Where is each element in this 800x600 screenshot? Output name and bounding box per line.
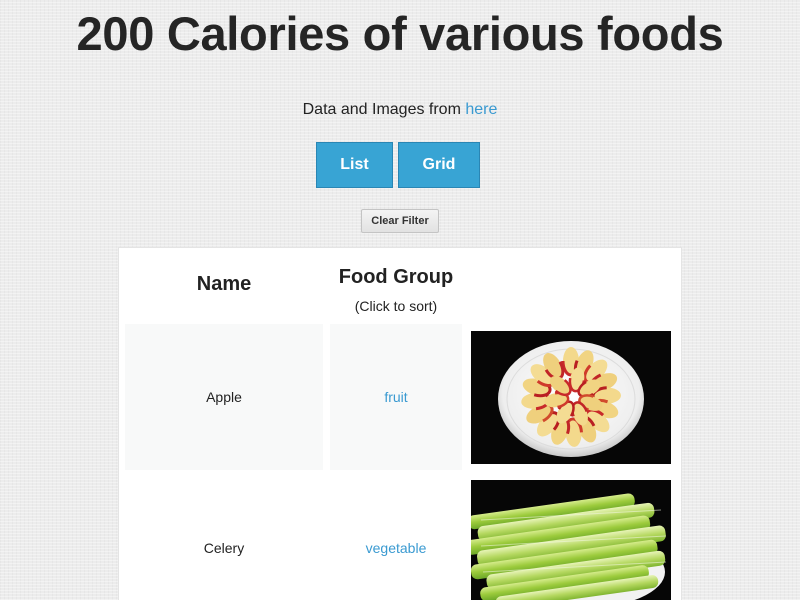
celery-stalks-photo [471,480,671,600]
list-view-button[interactable]: List [316,142,393,188]
food-name: Apple [125,324,323,470]
column-header-name[interactable]: Name [125,272,323,296]
food-photo-cell [471,324,671,470]
food-photo-cell [471,473,671,600]
grid-view-button[interactable]: Grid [398,142,480,188]
apple-slices-photo [471,330,671,464]
table-row: Celery vegetable [125,473,677,600]
food-group-cell: vegetable [330,473,462,600]
credit-link[interactable]: here [465,101,497,118]
clear-filter-button[interactable]: Clear Filter [361,209,439,233]
column-header-food-group[interactable]: Food Group [330,265,462,289]
food-name: Celery [203,540,245,556]
food-table: Name Food Group (Click to sort) Apple fr… [118,247,682,600]
view-toggle: List Grid [316,142,480,188]
food-group-link[interactable]: fruit [384,389,407,405]
celery-plate-image [471,480,671,600]
credit-text: Data and Images from [302,101,466,118]
apple-plate-image [471,330,671,464]
food-group-cell: fruit [330,324,462,470]
credit-line: Data and Images from here [0,100,800,120]
page-title: 200 Calories of various foods [76,7,724,60]
sort-hint: (Click to sort) [354,298,438,314]
table-row: Apple fruit [125,324,677,470]
food-group-link[interactable]: vegetable [366,540,427,556]
